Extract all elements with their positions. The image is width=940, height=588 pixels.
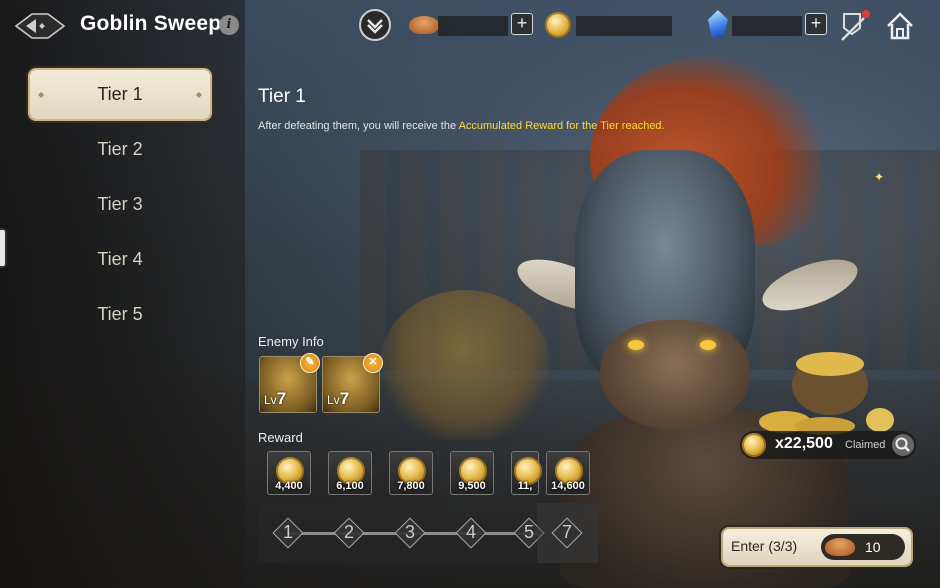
- chevron-down-icon: [367, 19, 383, 34]
- reward-amount: 4,400: [275, 480, 303, 492]
- level-prefix: Lv: [327, 393, 340, 407]
- reward-amount: 14,600: [551, 480, 585, 492]
- reward-card[interactable]: 4,400: [267, 451, 311, 495]
- reward-amount: 7,800: [397, 480, 425, 492]
- level-value: 7: [339, 389, 350, 408]
- tier-item-3[interactable]: Tier 3: [30, 180, 210, 235]
- progress-current-highlight: 7: [537, 503, 598, 563]
- accumulated-reward[interactable]: x22,500 Claimed: [740, 431, 916, 459]
- description-text: After defeating them, you will receive t…: [258, 120, 459, 132]
- background-goblin: [380, 290, 550, 440]
- info-icon[interactable]: i: [219, 15, 239, 35]
- reward-card[interactable]: 9,500: [450, 451, 494, 495]
- gold-coin-icon: [545, 12, 571, 38]
- tier-description: After defeating them, you will receive t…: [258, 120, 665, 132]
- enter-label: Enter (3/3): [731, 538, 798, 554]
- reward-amount: 11,: [517, 480, 533, 492]
- tier-item-5[interactable]: Tier 5: [30, 290, 210, 345]
- tier-heading: Tier 1: [258, 86, 306, 107]
- gold-sack-icon: [759, 352, 894, 435]
- enemy-info-label: Enemy Info: [258, 334, 324, 349]
- back-button[interactable]: [14, 11, 66, 41]
- reward-card[interactable]: 6,100: [328, 451, 372, 495]
- enemy-level: Lv7: [264, 389, 286, 409]
- goblin-boss-face: [600, 320, 750, 430]
- crystal-icon: [708, 10, 728, 38]
- sparkle-icon: ✦: [874, 170, 885, 184]
- cross-icon: ✕: [363, 353, 383, 373]
- pencil-icon: ✎: [300, 353, 320, 373]
- side-pull-tab[interactable]: [0, 228, 7, 268]
- progress-step: 7: [551, 517, 583, 549]
- top-bar: Goblin Sweep i + +: [0, 0, 940, 52]
- enemy-card[interactable]: Lv7 ✎: [259, 353, 320, 413]
- description-highlight: Accumulated Reward for the Tier reached.: [458, 120, 665, 132]
- claimed-status: Claimed: [845, 439, 886, 451]
- reward-amount: 9,500: [458, 480, 486, 492]
- goblin-eye-right: [700, 340, 716, 350]
- progress-step-number: 4: [465, 522, 476, 542]
- bread-stamina-icon: [825, 538, 855, 556]
- reward-card[interactable]: 7,800: [389, 451, 433, 495]
- progress-step: 1: [272, 517, 304, 549]
- goblin-eye-left: [628, 340, 644, 350]
- back-arrow-icon: [14, 13, 66, 39]
- add-stamina-button[interactable]: +: [511, 13, 533, 35]
- reward-amount: 6,100: [336, 480, 364, 492]
- progress-step: 4: [455, 517, 487, 549]
- progress-step: 3: [394, 517, 426, 549]
- gold-pile-illustration: [755, 350, 905, 435]
- progress-step-number: 1: [282, 522, 293, 542]
- enter-cost: 10: [821, 534, 905, 560]
- magnify-button[interactable]: [892, 434, 914, 456]
- tier-item-1[interactable]: Tier 1: [30, 70, 210, 119]
- crystal-value: [732, 16, 802, 36]
- reward-card[interactable]: 11,: [511, 451, 542, 495]
- notification-dot: [862, 10, 870, 18]
- stamina-value: [438, 16, 508, 36]
- add-crystal-button[interactable]: +: [805, 13, 827, 35]
- tier-item-4[interactable]: Tier 4: [30, 235, 210, 290]
- progress-step-number: 3: [404, 522, 415, 542]
- home-button[interactable]: [884, 10, 916, 42]
- reward-card[interactable]: 14,600: [546, 451, 590, 495]
- magnifier-icon: [895, 437, 910, 452]
- bread-stamina-icon: [409, 16, 439, 34]
- progress-step-number: 7: [561, 522, 572, 542]
- level-value: 7: [276, 389, 287, 408]
- gold-value: [576, 16, 672, 36]
- home-icon: [887, 12, 913, 40]
- tier-item-2[interactable]: Tier 2: [30, 125, 210, 180]
- reward-label: Reward: [258, 430, 303, 445]
- expand-down-button[interactable]: [359, 9, 391, 41]
- enemy-level: Lv7: [327, 389, 349, 409]
- page-title: Goblin Sweep: [80, 12, 222, 35]
- level-prefix: Lv: [264, 393, 277, 407]
- enter-cost-value: 10: [865, 539, 881, 555]
- accumulated-amount: x22,500: [775, 435, 833, 452]
- tier-list: Tier 1 Tier 2 Tier 3 Tier 4 Tier 5: [30, 70, 210, 345]
- progress-step-number: 2: [343, 522, 354, 542]
- progress-step: 2: [333, 517, 365, 549]
- enemy-card[interactable]: Lv7 ✕: [322, 353, 383, 413]
- gold-coin-icon: [742, 433, 766, 457]
- enter-button[interactable]: Enter (3/3) 10: [723, 529, 911, 565]
